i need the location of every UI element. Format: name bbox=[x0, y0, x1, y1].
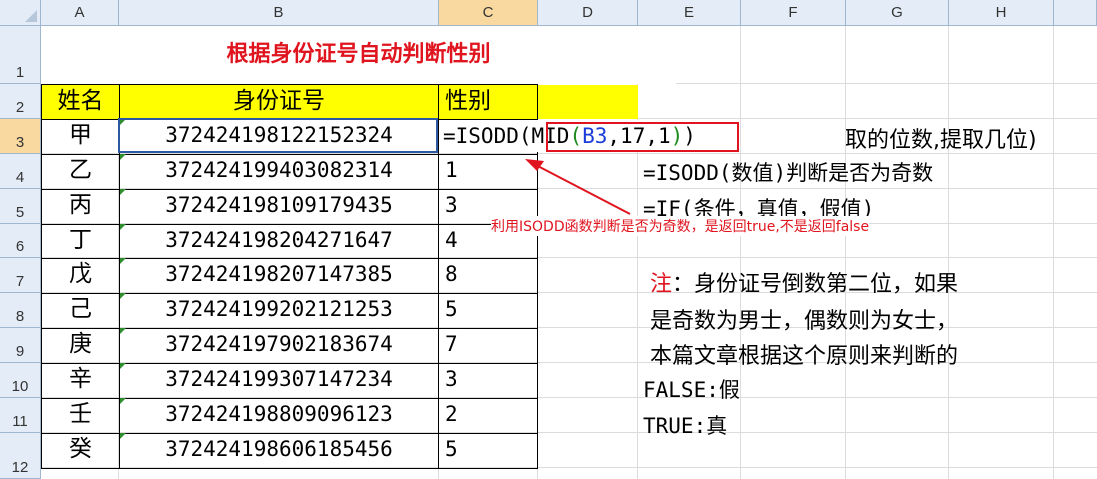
note-line-3: 本篇文章根据这个原则来判断的 bbox=[650, 344, 959, 369]
annotation-arrow bbox=[525, 159, 631, 215]
note-line-1: 注：身份证号倒数第二位，如果 bbox=[650, 272, 959, 297]
false-meaning: FALSE:假 bbox=[643, 378, 740, 402]
annotation-text: 利用ISODD函数判断是否为奇数，是返回true,不是返回false bbox=[491, 216, 870, 236]
spreadsheet: A B C D E F G H 1 2 3 4 5 6 7 8 9 10 11 … bbox=[0, 0, 1097, 479]
true-meaning: TRUE:真 bbox=[643, 414, 728, 438]
note-line-2: 是奇数为男士，偶数则为女士， bbox=[650, 309, 959, 334]
